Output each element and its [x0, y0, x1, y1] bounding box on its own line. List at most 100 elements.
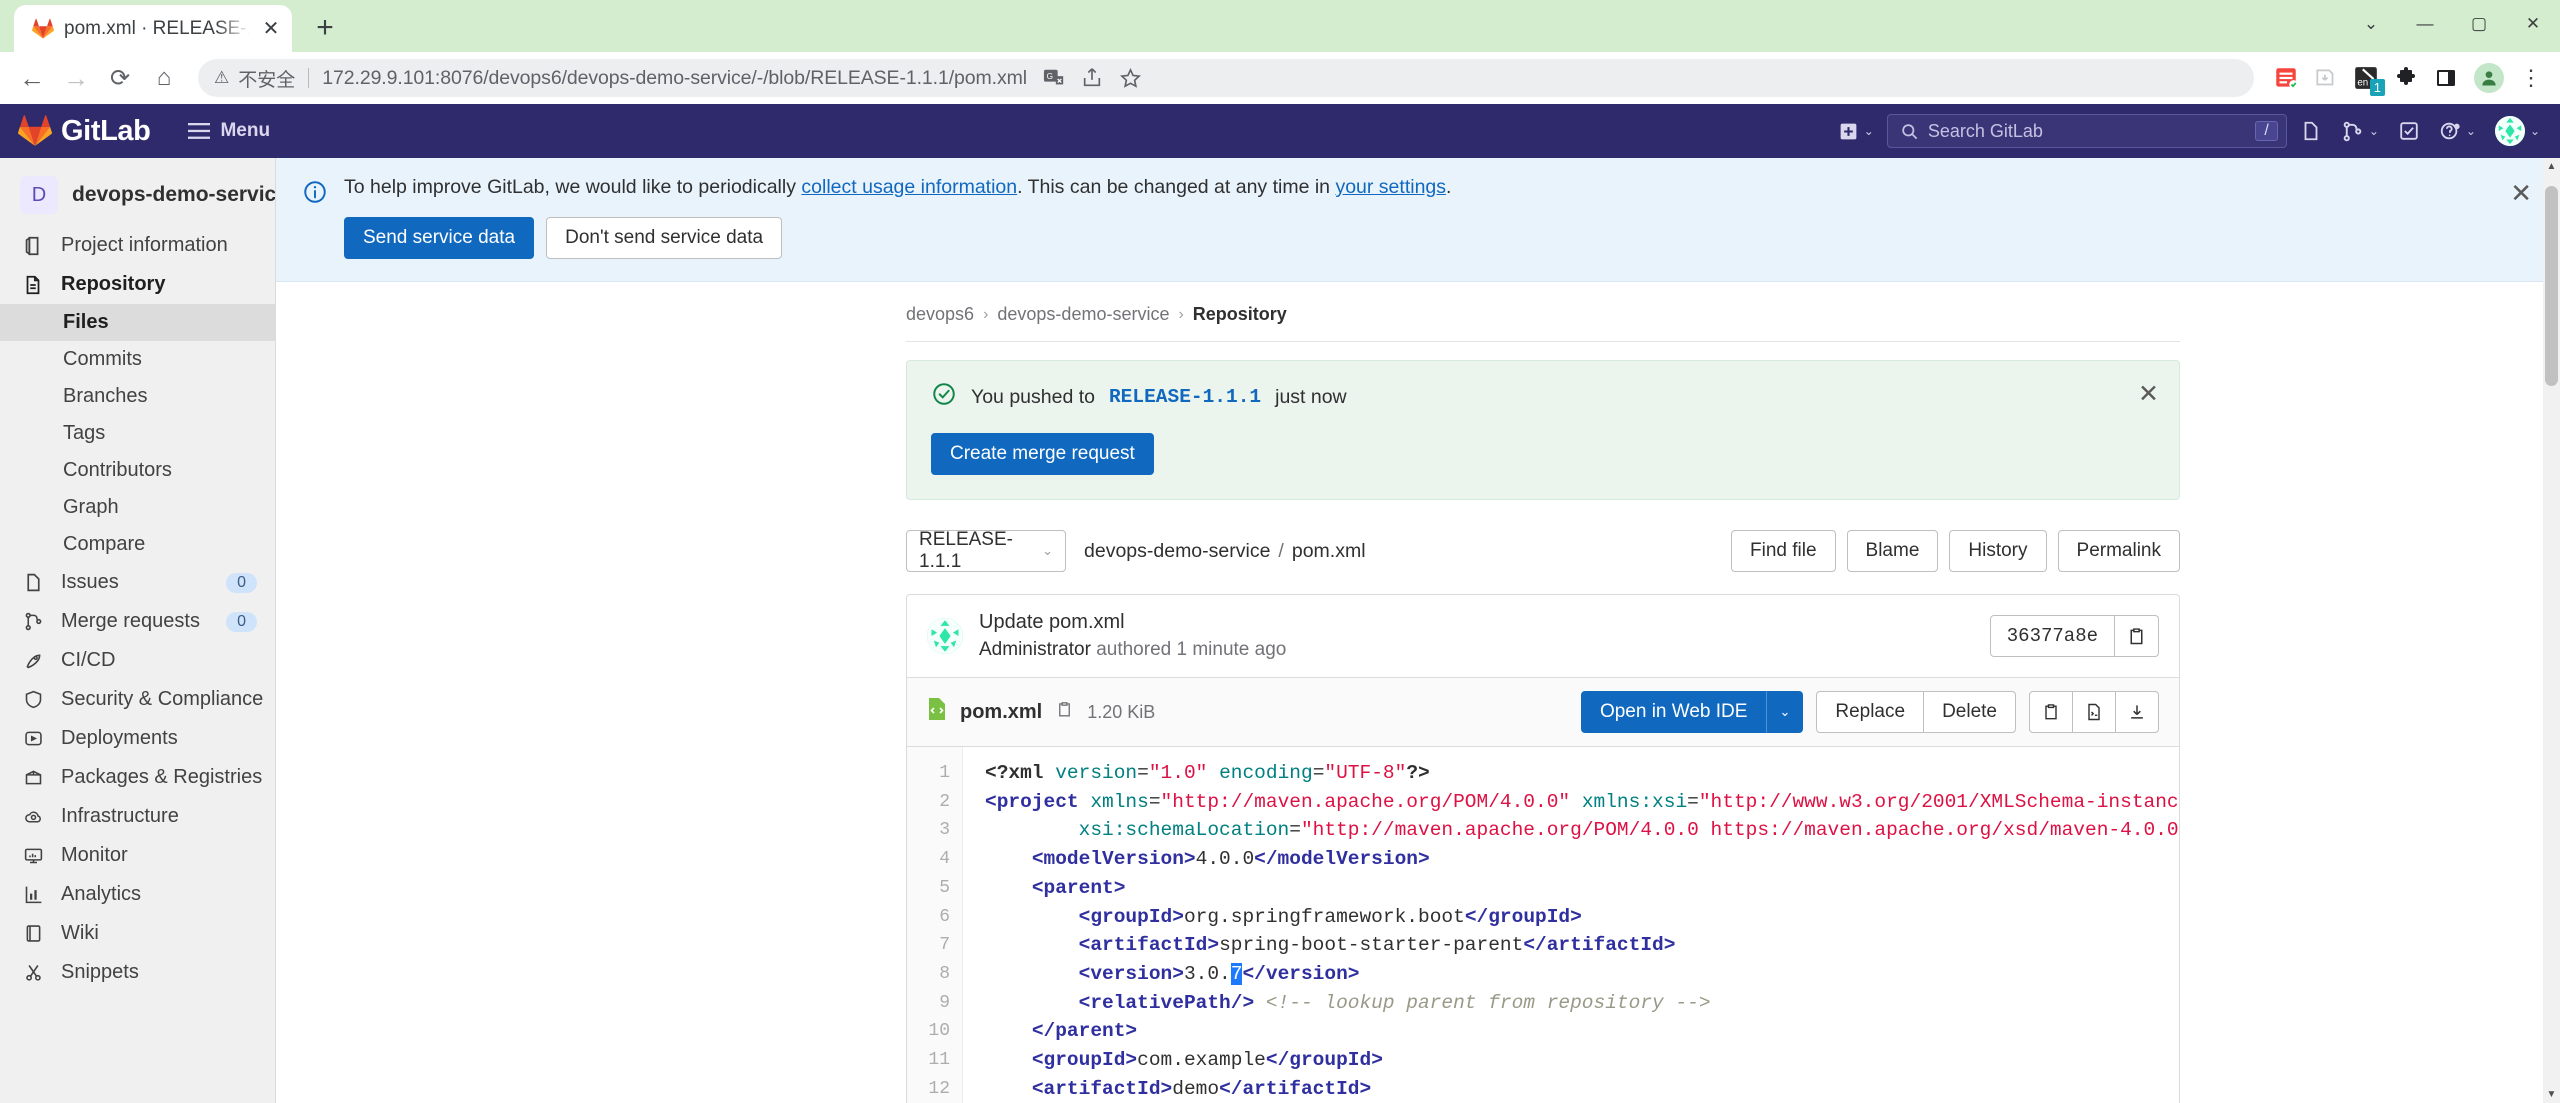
commit-author-name[interactable]: Administrator: [979, 639, 1091, 660]
page-scrollbar[interactable]: ▲ ▼: [2543, 158, 2560, 1103]
code-line[interactable]: <artifactId>spring-boot-starter-parent</…: [985, 931, 2179, 960]
close-banner-icon[interactable]: ✕: [2510, 178, 2532, 209]
extensions-puzzle-icon[interactable]: [2388, 60, 2424, 96]
sidebar-item-merge-requests[interactable]: Merge requests 0: [0, 602, 275, 641]
side-panel-icon[interactable]: [2428, 60, 2464, 96]
sidebar-subitem-graph[interactable]: Graph: [0, 489, 275, 526]
copy-contents-icon[interactable]: [2029, 691, 2073, 733]
sidebar-item-deployments[interactable]: Deployments: [0, 719, 275, 758]
help-nav-button[interactable]: ⌄: [2433, 115, 2482, 147]
browser-profile-avatar[interactable]: [2474, 63, 2504, 93]
permalink-button[interactable]: Permalink: [2057, 530, 2180, 572]
code-line[interactable]: </parent>: [985, 1017, 2179, 1046]
code-line[interactable]: <project xmlns="http://maven.apache.org/…: [985, 788, 2179, 817]
blame-button[interactable]: Blame: [1846, 530, 1939, 572]
copy-file-path-icon[interactable]: [1055, 699, 1074, 725]
scrollbar-thumb[interactable]: [2545, 186, 2558, 386]
todos-nav-button[interactable]: [2392, 115, 2426, 147]
code-line[interactable]: <relativePath/> <!-- lookup parent from …: [985, 989, 2179, 1018]
sidebar-item-project-information[interactable]: Project information: [0, 226, 275, 265]
address-bar[interactable]: ⚠ 不安全 172.29.9.101:8076/devops6/devops-d…: [198, 59, 2254, 97]
replace-button[interactable]: Replace: [1816, 691, 1925, 733]
sidebar-subitem-compare[interactable]: Compare: [0, 526, 275, 563]
back-button[interactable]: ←: [12, 58, 52, 98]
sidebar-subitem-branches[interactable]: Branches: [0, 378, 275, 415]
sidebar-subitem-commits[interactable]: Commits: [0, 341, 275, 378]
copy-icon[interactable]: [2114, 616, 2158, 656]
close-tab-icon[interactable]: ✕: [260, 16, 282, 41]
code-line[interactable]: <groupId>com.example</groupId>: [985, 1046, 2179, 1075]
home-button[interactable]: ⌂: [144, 58, 184, 98]
bookmark-star-icon[interactable]: [1112, 60, 1148, 96]
collect-usage-information-link[interactable]: collect usage information: [801, 176, 1017, 198]
breadcrumb-item-group[interactable]: devops6: [906, 304, 974, 325]
code-line[interactable]: <version>3.0.7</version>: [985, 960, 2179, 989]
find-file-button[interactable]: Find file: [1731, 530, 1836, 572]
sidebar-subitem-files[interactable]: Files: [0, 304, 275, 341]
gitlab-search-input[interactable]: Search GitLab /: [1886, 114, 2287, 148]
code-line[interactable]: xsi:schemaLocation="http://maven.apache.…: [985, 816, 2179, 845]
code-line[interactable]: <artifactId>demo</artifactId>: [985, 1075, 2179, 1103]
maximize-window-button[interactable]: ▢: [2452, 0, 2506, 48]
close-alert-icon[interactable]: ✕: [2138, 379, 2159, 409]
gitlab-favicon: [32, 18, 54, 39]
translate-icon[interactable]: G: [1036, 60, 1072, 96]
history-button[interactable]: History: [1949, 530, 2047, 572]
open-raw-icon[interactable]: [2072, 691, 2116, 733]
commit-message[interactable]: Update pom.xml: [979, 611, 1286, 634]
close-window-button[interactable]: ✕: [2506, 0, 2560, 48]
download-extension-icon[interactable]: [2308, 60, 2344, 96]
merge-requests-nav-button[interactable]: ⌄: [2335, 115, 2385, 148]
sidebar-item-wiki[interactable]: Wiki: [0, 914, 275, 953]
sidebar-item-packages-registries[interactable]: Packages & Registries: [0, 758, 275, 797]
last-commit-box: Update pom.xml Administrator authored 1 …: [906, 594, 2180, 678]
code-line[interactable]: <modelVersion>4.0.0</modelVersion>: [985, 845, 2179, 874]
reload-button[interactable]: ⟳: [100, 58, 140, 98]
english-translate-extension-icon[interactable]: en 1: [2348, 60, 2385, 96]
share-icon[interactable]: [1074, 60, 1110, 96]
forward-button[interactable]: →: [56, 58, 96, 98]
sidebar-item-repository[interactable]: Repository: [0, 265, 275, 304]
commit-sha[interactable]: 36377a8e: [1991, 616, 2114, 656]
gitlab-logo[interactable]: GitLab: [18, 114, 151, 148]
dont-send-service-data-button[interactable]: Don't send service data: [546, 217, 783, 259]
gitlab-main-menu-button[interactable]: Menu: [188, 120, 270, 142]
sidebar-subitem-contributors[interactable]: Contributors: [0, 452, 275, 489]
code-line[interactable]: <?xml version="1.0" encoding="UTF-8"?>: [985, 759, 2179, 788]
browser-tab[interactable]: pom.xml · RELEASE-1.1.1 · dev ✕: [14, 5, 292, 52]
browser-menu-button[interactable]: ⋮: [2514, 60, 2548, 96]
sidebar-item-snippets[interactable]: Snippets: [0, 953, 275, 992]
code-line[interactable]: <parent>: [985, 874, 2179, 903]
send-service-data-button[interactable]: Send service data: [344, 217, 535, 259]
code-content[interactable]: <?xml version="1.0" encoding="UTF-8"?> <p…: [963, 747, 2179, 1103]
create-merge-request-button[interactable]: Create merge request: [931, 433, 1154, 475]
code-token: 4.0.0: [1195, 848, 1255, 871]
download-icon[interactable]: [2115, 691, 2159, 733]
user-menu-button[interactable]: ⌄: [2489, 111, 2546, 151]
open-in-web-ide-button[interactable]: Open in Web IDE: [1580, 691, 1767, 733]
scroll-down-arrow-icon[interactable]: ▼: [2543, 1086, 2560, 1103]
new-tab-button[interactable]: +: [302, 5, 348, 51]
your-settings-link[interactable]: your settings: [1335, 176, 1446, 198]
sidebar-item-infrastructure[interactable]: Infrastructure: [0, 797, 275, 836]
sidebar-subitem-tags[interactable]: Tags: [0, 415, 275, 452]
reading-list-extension-icon[interactable]: [2268, 60, 2304, 96]
scroll-up-arrow-icon[interactable]: ▲: [2543, 158, 2560, 175]
code-line[interactable]: <groupId>org.springframework.boot</group…: [985, 903, 2179, 932]
chevron-down-icon[interactable]: ⌄: [1766, 691, 1804, 733]
minimize-window-button[interactable]: —: [2398, 0, 2452, 48]
sidebar-project-header[interactable]: D devops-demo-service: [0, 168, 275, 226]
breadcrumb-item-project[interactable]: devops-demo-service: [997, 304, 1169, 325]
delete-button[interactable]: Delete: [1923, 691, 2016, 733]
chevron-down-icon[interactable]: ⌄: [2344, 0, 2398, 48]
sidebar-item-issues[interactable]: Issues 0: [0, 563, 275, 602]
path-root-link[interactable]: devops-demo-service: [1084, 540, 1270, 563]
sidebar-item-cicd[interactable]: CI/CD: [0, 641, 275, 680]
sidebar-item-monitor[interactable]: Monitor: [0, 836, 275, 875]
branch-selector-dropdown[interactable]: RELEASE-1.1.1 ⌄: [906, 529, 1066, 572]
push-alert-branch-name[interactable]: RELEASE-1.1.1: [1109, 386, 1261, 408]
sidebar-item-analytics[interactable]: Analytics: [0, 875, 275, 914]
issues-nav-button[interactable]: [2294, 115, 2328, 147]
sidebar-item-security-compliance[interactable]: Security & Compliance: [0, 680, 275, 719]
new-dropdown-button[interactable]: ⌄: [1832, 116, 1880, 147]
